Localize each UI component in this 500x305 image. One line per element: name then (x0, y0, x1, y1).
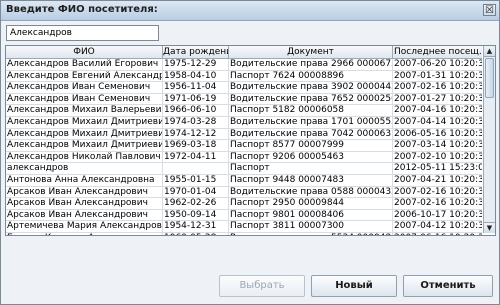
cell-last-visit: 2006-05-16 10:20:30 (394, 128, 482, 139)
cell-last-visit: 2007-03-14 10:20:30 (394, 140, 482, 151)
cell-document: Паспорт 7624 00008896 (229, 70, 393, 82)
dialog-title: Введите ФИО посетителя: (6, 4, 158, 15)
select-button[interactable]: Выбрать (219, 275, 305, 297)
cell-birthdate: 1950-09-14 (163, 209, 229, 221)
table-row[interactable]: Александров Михаил Дмитриевич 1969-03-18 П… (6, 140, 482, 152)
cell-last-visit: 2012-05-11 15:23:02 (394, 163, 482, 174)
cell-name: Антонова Анна Александровна (6, 174, 163, 186)
scrollbar-thumb[interactable] (485, 58, 494, 98)
table-row[interactable]: Александров Иван Семенович 1971-06-19 Води… (6, 93, 482, 106)
table-row[interactable]: Александров Евгений Александр... 1958-04-… (6, 70, 482, 83)
scroll-down-icon[interactable]: ▼ (484, 222, 495, 233)
cell-birthdate: 1956-11-04 (163, 82, 229, 94)
table-row[interactable]: Александров Михаил Дмитриевич 1974-03-28 В… (6, 116, 482, 129)
cell-last-visit: 2006-10-17 10:20:30 (394, 209, 482, 220)
cell-name: Арсаков Иван Александрович (6, 186, 163, 198)
cell-name: александров (6, 163, 163, 175)
cell-last-visit: 2007-04-21 10:20:30 (394, 174, 482, 185)
cell-document: Водительские права 5534 00004811 (229, 232, 393, 235)
cell-document: Водительские права 3902 00004422 (230, 82, 393, 94)
table-row[interactable]: Арсаков Иван Александрович 1950-09-14 Пасп… (6, 209, 482, 222)
table-row[interactable]: Александров Михаил Дмитриевич 1974-12-12 В… (6, 128, 482, 141)
name-search-input[interactable]: Александров (6, 25, 159, 41)
cell-birthdate (163, 163, 229, 175)
cell-birthdate: 1972-04-11 (163, 151, 229, 163)
cell-document: Водительские права 7042 00006315 (230, 128, 393, 140)
cell-birthdate: 1974-12-12 (163, 128, 229, 140)
cell-birthdate: 1966-06-10 (163, 105, 229, 117)
cell-document: Паспорт 2950 00009844 (229, 198, 393, 210)
table-row[interactable]: Арсаков Иван Александрович 1962-02-26 Пасп… (6, 198, 482, 210)
table-row[interactable]: александров Паспорт 2012-05-11 15:23:02 (6, 163, 482, 175)
cell-last-visit: 2007-04-14 10:20:30 (394, 116, 482, 127)
table-header: ФИО Дата рождения Документ Последнее пос… (6, 46, 482, 59)
cell-name: Александров Василий Егорович (6, 59, 163, 70)
cell-document: Паспорт 8577 00007999 (229, 140, 393, 152)
column-header-last-visit[interactable]: Последнее посещ... (393, 46, 482, 58)
cell-last-visit: 2007-02-16 10:20:30 (394, 198, 482, 209)
table-body: Александров Василий Егорович 1975-12-29 Во… (6, 59, 482, 235)
table-row[interactable]: Александров Михаил Валерьевич 1966-06-10 П… (6, 105, 482, 117)
cell-name: Александров Иван Семенович (6, 93, 163, 105)
cell-birthdate: 1970-01-04 (163, 186, 229, 198)
cell-name: Александров Иван Семенович (6, 82, 163, 94)
cell-last-visit: 2007-01-31 10:20:30 (394, 70, 482, 81)
cell-birthdate: 1955-01-15 (163, 174, 229, 186)
cell-last-visit: 2007-02-10 10:20:30 (394, 151, 482, 162)
column-header-document[interactable]: Документ (229, 46, 393, 58)
scroll-up-icon[interactable]: ▲ (484, 46, 495, 57)
cell-document: Паспорт 9206 00005463 (229, 151, 393, 163)
cell-last-visit: 2007-06-20 10:20:30 (394, 59, 482, 69)
cell-birthdate: 1954-12-31 (163, 221, 229, 233)
table-row[interactable]: Антонова Анна Александровна 1955-01-15 Пас… (6, 174, 482, 187)
cell-name: Арсаков Иван Александрович (6, 198, 163, 210)
table-row[interactable]: Александров Иван Семенович 1956-11-04 Води… (6, 82, 482, 94)
table-row[interactable]: Александров Василий Егорович 1975-12-29 Во… (6, 59, 482, 71)
cell-birthdate: 1971-06-19 (163, 93, 229, 105)
cell-last-visit: 2007-06-16 10:20:30 (393, 233, 482, 235)
cell-name: Александров Михаил Дмитриевич (7, 116, 163, 128)
cell-birthdate: 1974-03-28 (163, 116, 229, 128)
cell-birthdate: 1975-12-29 (163, 59, 229, 70)
cell-last-visit: 2007-04-12 10:20:30 (394, 221, 482, 232)
cell-document: Паспорт (229, 163, 393, 175)
cell-name: Арсаков Иван Александрович (6, 209, 163, 221)
cell-name: Александров Михаил Дмитриевич (7, 140, 163, 152)
cell-document: Паспорт 9801 00008406 (229, 209, 393, 221)
cell-last-visit: 2007-02-16 10:20:30 (394, 82, 482, 93)
cell-document: Паспорт 3811 00007300 (229, 221, 393, 233)
cell-name: Артемичева Мария Александровна (7, 221, 163, 233)
cell-document: Паспорт 9448 00007483 (229, 174, 393, 186)
cell-name: Бирина Клавдия Александровна (6, 232, 163, 235)
cell-name: Александров Михаил Валерьевич (7, 105, 163, 117)
table-row[interactable]: Александров Николай Павлович 1972-04-11 Па… (6, 151, 482, 164)
new-button[interactable]: Новый (311, 275, 397, 297)
cancel-button[interactable]: Отменить (403, 275, 493, 297)
cell-birthdate: 1962-02-26 (163, 198, 229, 210)
vertical-scrollbar[interactable]: ▲ ▼ (483, 46, 495, 233)
cell-name: Александров Евгений Александр... (7, 70, 163, 82)
cell-birthdate: 1960-05-28 (163, 232, 229, 235)
visitor-search-dialog: Введите ФИО посетителя: ☒ Александров ФИ… (0, 0, 500, 305)
cell-document: Водительские права 7652 00002563 (230, 93, 393, 105)
close-icon[interactable]: ☒ (483, 4, 496, 16)
table-row[interactable]: Бирина Клавдия Александровна1960-05-28Во… (6, 232, 482, 235)
column-header-name[interactable]: ФИО (6, 46, 163, 58)
cell-birthdate: 1969-03-18 (163, 140, 229, 152)
cell-name: Александров Михаил Дмитриевич (7, 128, 163, 140)
cell-document: Водительские права 2966 00006734 (230, 59, 393, 70)
column-header-birthdate[interactable]: Дата рождения (163, 46, 229, 58)
cell-document: Паспорт 5182 00006058 (229, 105, 393, 117)
cell-name: Александров Николай Павлович (6, 151, 163, 163)
cell-document: Водительские права 1701 00005534 (230, 116, 393, 128)
cell-last-visit: 2007-04-16 10:20:30 (394, 105, 482, 116)
table-row[interactable]: Арсаков Иван Александрович 1970-01-04 Води… (6, 186, 482, 199)
table-row[interactable]: Артемичева Мария Александровна 1954-12-31… (6, 221, 482, 233)
title-bar: Введите ФИО посетителя: ☒ (1, 1, 499, 21)
visitors-table: ФИО Дата рождения Документ Последнее пос… (5, 45, 496, 236)
cell-last-visit: 2007-01-27 10:20:30 (394, 93, 482, 104)
cell-document: Водительские права 0588 00004323 (230, 186, 393, 198)
cell-last-visit: 2007-02-16 10:20:30 (394, 186, 482, 197)
cell-birthdate: 1958-04-10 (163, 70, 229, 82)
